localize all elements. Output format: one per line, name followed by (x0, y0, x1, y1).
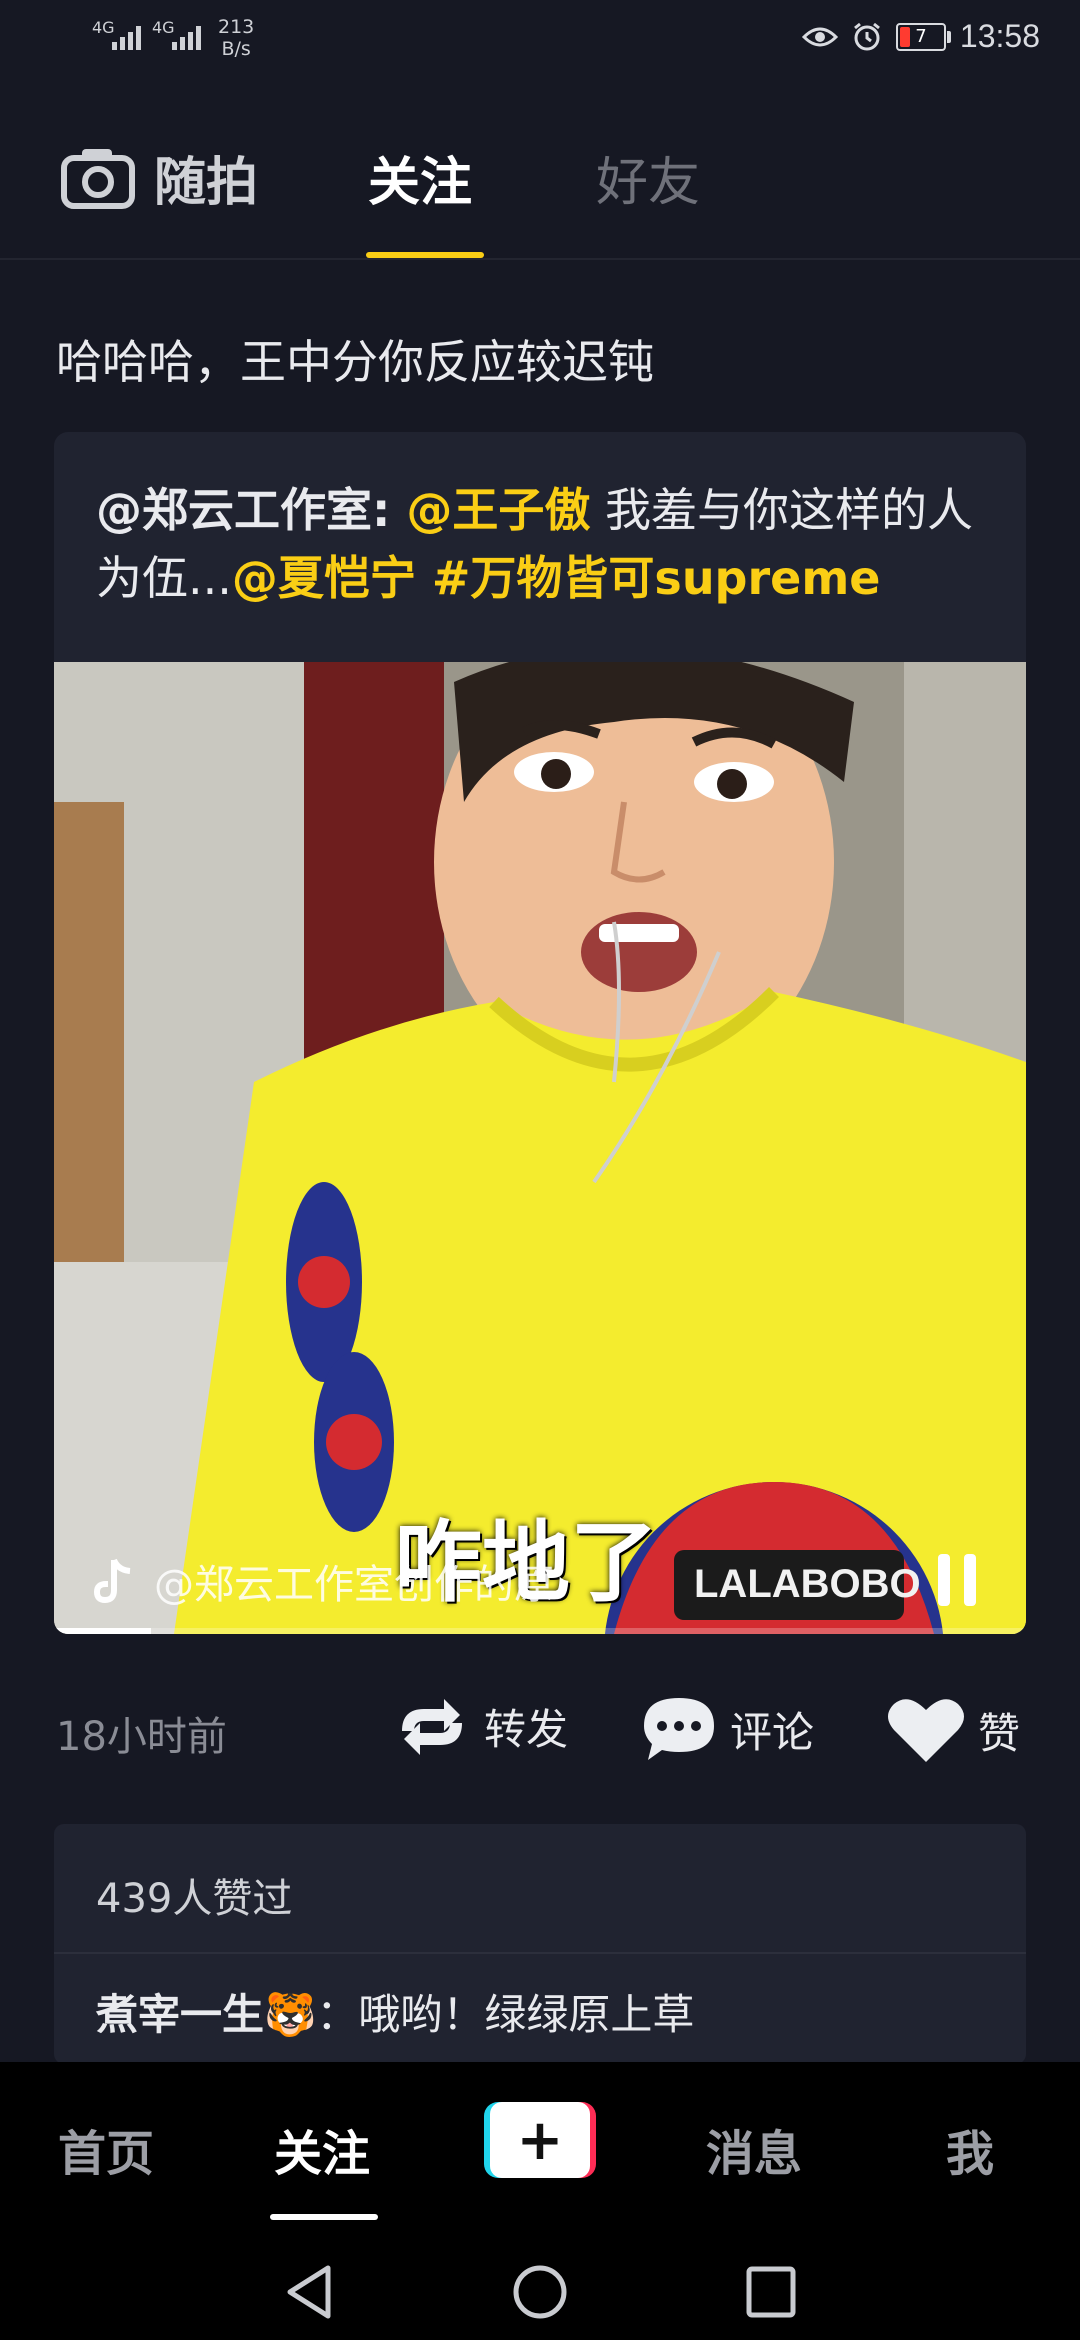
comment-item[interactable]: 煮宰一生🐯：哦哟！绿绿原上草 (96, 1984, 996, 2046)
tab-quick-shot-label: 随拍 (154, 153, 259, 213)
nav-follow[interactable]: 关注 (274, 2114, 370, 2184)
quoted-author[interactable]: @郑云工作室: (96, 483, 390, 537)
network-speed: 213 B/s (218, 16, 254, 60)
divider (54, 1952, 1026, 1954)
recents-square-icon[interactable] (744, 2262, 798, 2322)
video-progress-fill (54, 1628, 152, 1634)
battery-icon: 7 (895, 22, 951, 51)
active-nav-indicator (270, 2214, 378, 2220)
tiktok-logo-icon (94, 1558, 131, 1604)
create-button[interactable]: + (484, 2102, 596, 2178)
comment-icon (644, 1698, 714, 1760)
like-button[interactable]: 赞 (886, 1696, 1020, 1764)
tab-follow[interactable]: 关注 (368, 140, 472, 215)
likes-and-comments: 439人赞过 煮宰一生🐯：哦哟！绿绿原上草 (54, 1824, 1026, 2064)
top-tabs: 随拍 关注 好友 (0, 100, 1080, 260)
signal-icon (172, 26, 201, 50)
speed-value: 213 (218, 16, 255, 38)
battery-level: 7 (915, 25, 927, 47)
alarm-icon (853, 22, 880, 50)
nav-home[interactable]: 首页 (58, 2114, 154, 2184)
tab-friends[interactable]: 好友 (596, 140, 700, 215)
repost-label: 转发 (484, 1705, 569, 1754)
camera-icon (61, 148, 135, 209)
pause-icon[interactable] (934, 1552, 982, 1608)
comment-author[interactable]: 煮宰一生 (96, 1990, 264, 2039)
mention-link[interactable]: @夏恺宁 (232, 551, 416, 605)
quoted-post-text: @郑云工作室: @王子傲 我羞与你这样的人为伍...@夏恺宁 #万物皆可supr… (96, 476, 996, 612)
eye-icon (801, 27, 838, 46)
nav-me[interactable]: 我 (946, 2114, 994, 2184)
repost-icon (402, 1698, 462, 1755)
video-player[interactable]: LALABOBO 咋地了 @郑云工作室创作的原 (54, 662, 1026, 1634)
video-watermark-text: @郑云工作室创作的原 (154, 1562, 554, 1608)
tab-quick-shot[interactable]: 随拍 (60, 140, 258, 215)
post-text: 哈哈哈，王中分你反应较迟钝 (56, 335, 654, 389)
comment-label: 评论 (730, 1707, 815, 1757)
signal-icon (112, 26, 141, 50)
comment-separator: ： (316, 1990, 359, 2039)
video-frame (54, 662, 1026, 1634)
quoted-post-card[interactable]: @郑云工作室: @王子傲 我羞与你这样的人为伍...@夏恺宁 #万物皆可supr… (54, 432, 1026, 1634)
heart-icon (888, 1699, 964, 1762)
clock: 13:58 (959, 18, 1040, 54)
bottom-nav: 首页 关注 + 消息 我 (0, 2062, 1080, 2340)
video-watermark: @郑云工作室创作的原 (94, 1552, 554, 1610)
video-progress-bar[interactable] (54, 1628, 1026, 1634)
post-time: 18小时前 (56, 1714, 227, 1760)
likes-count[interactable]: 439人赞过 (96, 1866, 292, 1924)
comment-text: 哦哟！绿绿原上草 (358, 1990, 695, 2039)
back-icon[interactable] (282, 2262, 336, 2322)
status-bar: 4G 4G 213 B/s 7 13:58 (0, 0, 1080, 84)
shirt-logo-text: LALABOBO (694, 1562, 921, 1606)
divider (0, 258, 1080, 260)
speed-unit: B/s (221, 38, 251, 60)
home-circle-icon[interactable] (512, 2262, 568, 2322)
hashtag-link[interactable]: #万物皆可supreme (432, 551, 881, 605)
plus-icon: + (490, 2102, 590, 2178)
comment-button[interactable]: 评论 (640, 1696, 814, 1762)
nav-messages[interactable]: 消息 (706, 2114, 802, 2184)
tiger-emoji-icon: 🐯 (264, 1990, 317, 2039)
like-label: 赞 (978, 1708, 1021, 1758)
repost-button[interactable]: 转发 (392, 1696, 568, 1757)
mention-link[interactable]: @王子傲 (406, 483, 590, 537)
